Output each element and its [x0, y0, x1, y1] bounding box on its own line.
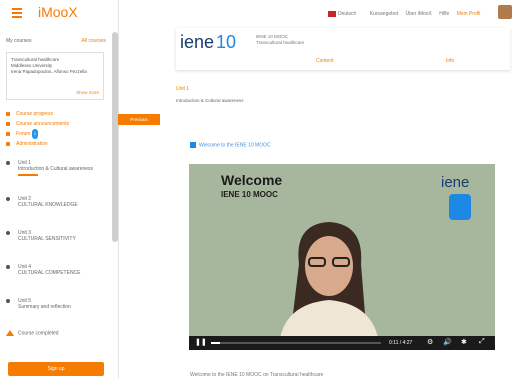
flag-icon	[328, 11, 336, 17]
video-description: Welcome to the IENE 10 MOOC on Transcult…	[190, 372, 324, 378]
sidebar-item-label: Administration	[16, 141, 48, 147]
user-link[interactable]: Mein Profil	[457, 11, 481, 17]
sidebar-heading: My courses All courses	[6, 38, 106, 44]
sidebar-scrollbar[interactable]	[112, 32, 118, 242]
avatar[interactable]	[498, 5, 512, 19]
unit-bullet-icon	[6, 299, 10, 303]
video-time: 0:11 / 4:27	[389, 340, 413, 346]
iene-logo: iene 10	[180, 32, 237, 52]
breadcrumb: Introduction & Cultural awareness	[176, 98, 244, 103]
gear-icon[interactable]: ✱	[461, 338, 467, 346]
content-link[interactable]: Content	[316, 58, 334, 64]
unit-item[interactable]: Unit 2 CULTURAL KNOWLEDGE	[6, 196, 106, 208]
course-complete-row: Course completed	[6, 330, 59, 336]
unit-bullet-icon	[6, 265, 10, 269]
sidebar-item-announcements[interactable]: Course announcements	[6, 119, 69, 129]
course-header-card: iene 10 IENE 10 MOOC Transcultural health…	[176, 28, 510, 70]
unit-sub: CULTURAL KNOWLEDGE	[18, 202, 78, 208]
header-text-line: Transcultural healthcare	[256, 40, 305, 45]
video-icon	[190, 142, 196, 148]
progress-icon	[6, 112, 10, 116]
unit-bullet-icon	[6, 161, 10, 165]
warning-icon	[6, 330, 14, 336]
presenter-image	[279, 222, 379, 344]
sidebar-heading-label: My courses	[6, 38, 32, 44]
video-controls: ❚❚ 0:11 / 4:27 ⚙ 🔊 ✱ ⤢	[189, 336, 495, 350]
unit-progress-bar	[18, 174, 38, 176]
help-link[interactable]: Hilfe	[439, 11, 449, 17]
sidebar-nav: Course progress Course announcements For…	[6, 109, 69, 149]
site-logo[interactable]: iMooX	[38, 4, 78, 20]
admin-icon	[6, 142, 10, 146]
sidebar-item-admin[interactable]: Administration	[6, 139, 69, 149]
video-logo-badge-icon	[449, 194, 471, 220]
unit-sub: CULTURAL SENSITIVITY	[18, 236, 76, 242]
language-link[interactable]: Deutsch	[328, 11, 362, 17]
header-text: IENE 10 MOOC Transcultural healthcare	[256, 34, 304, 46]
settings-icon[interactable]: ⚙	[427, 338, 433, 346]
sidebar-item-forum[interactable]: Forum 1	[6, 129, 69, 139]
course-line: Irena Papadopoulos, Alfonso Pezzella	[11, 69, 87, 74]
video-progress-bar[interactable]	[211, 342, 381, 344]
unit-item[interactable]: Unit 4 CULTURAL COMPETENCE	[6, 264, 106, 276]
announcement-icon	[6, 122, 10, 126]
sidebar-item-label: Forum	[16, 131, 31, 137]
unit-item[interactable]: Unit 3 CULTURAL SENSITIVITY	[6, 230, 106, 242]
menu-icon[interactable]	[12, 8, 22, 20]
top-links: Deutsch Kursangebot Über iMooX Hilfe Mei…	[328, 11, 486, 17]
volume-icon[interactable]: 🔊	[443, 338, 452, 346]
unit-sub: Summary and reflection	[18, 304, 71, 310]
video-welcome-text: Welcome	[221, 172, 283, 188]
fullscreen-icon[interactable]: ⤢	[479, 338, 485, 346]
top-bar: iMooX Deutsch Kursangebot Über iMooX Hil…	[0, 0, 521, 26]
unit-bullet-icon	[6, 231, 10, 235]
video-title-label: Welcome to the IENE 10 MOOC	[199, 142, 271, 149]
show-more-link[interactable]: Show more	[76, 90, 99, 96]
catalog-link[interactable]: Kursangebot	[370, 11, 398, 17]
sidebar-item-label: Course progress	[16, 111, 53, 117]
video-subtitle: IENE 10 MOOC	[221, 190, 278, 199]
video-title[interactable]: Welcome to the IENE 10 MOOC	[190, 142, 271, 148]
forum-badge: 1	[31, 129, 39, 139]
sidebar-item-label: Course announcements	[16, 121, 70, 127]
unit-sub: CULTURAL COMPETENCE	[18, 270, 81, 276]
info-link[interactable]: Info	[446, 58, 454, 64]
unit-sub: Introduction & Cultural awareness	[18, 166, 94, 172]
unit-item[interactable]: Unit 5 Summary and reflection	[6, 298, 106, 310]
video-logo: iene	[441, 174, 470, 191]
forum-icon	[6, 132, 10, 136]
unit-item[interactable]: Unit 1 Introduction & Cultural awareness	[6, 160, 106, 176]
course-card: Transcultural healthcare Middlesex Unive…	[6, 52, 104, 100]
unit-bullet-icon	[6, 197, 10, 201]
sidebar-item-progress[interactable]: Course progress	[6, 109, 69, 119]
pause-icon[interactable]: ❚❚	[195, 338, 207, 346]
previous-tab[interactable]: Previous	[118, 114, 160, 125]
course-complete-label: Course completed	[18, 330, 59, 337]
about-link[interactable]: Über iMooX	[405, 11, 431, 17]
unit-link[interactable]: Unit 1	[176, 86, 189, 92]
iene-logo-number: 10	[216, 32, 237, 52]
video-player[interactable]: Welcome IENE 10 MOOC iene ❚❚ 0:11 / 4:27…	[189, 164, 495, 350]
all-courses-link[interactable]: All courses	[82, 38, 106, 44]
signup-button[interactable]: Sign up	[8, 362, 104, 376]
